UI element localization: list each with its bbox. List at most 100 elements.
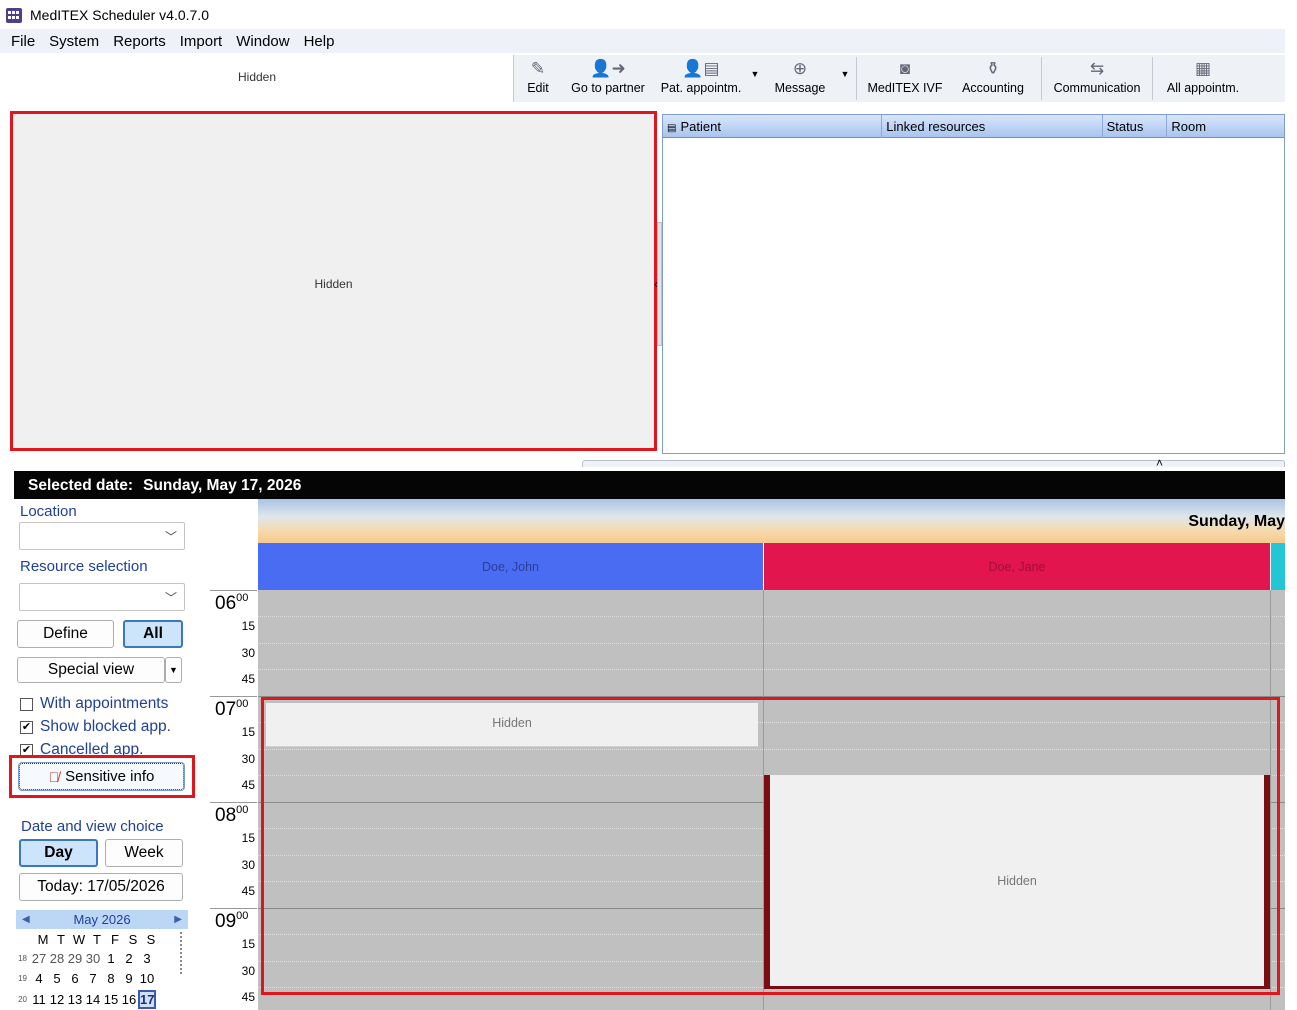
horizontal-splitter[interactable] (582, 460, 1285, 467)
resource-header-john[interactable]: Doe, John (258, 543, 763, 590)
show-blocked-checkbox[interactable]: ✔ Show blocked app. (20, 718, 171, 736)
accounting-button[interactable]: ⚱ Accounting (949, 55, 1037, 102)
all-button[interactable]: All (123, 620, 183, 648)
appointments-highlight (261, 697, 1280, 995)
calendar-day[interactable]: 9 (120, 971, 138, 986)
collapse-up-icon[interactable]: ˄ (1156, 456, 1163, 470)
menu-file[interactable]: File (4, 33, 42, 50)
go-to-partner-button[interactable]: 👤➜ Go to partner (562, 55, 654, 102)
date-view-label: Date and view choice (21, 818, 164, 835)
weekday-label: M (37, 932, 49, 947)
column-header-linked-resources[interactable]: Linked resources (882, 115, 1103, 138)
calendar-day[interactable]: 1 (102, 951, 120, 966)
resource-selection-select[interactable]: ﹀ (19, 583, 185, 611)
special-view-button[interactable]: Special view (17, 657, 165, 683)
all-appointments-label: All appointm. (1166, 81, 1240, 95)
message-button[interactable]: ⊕ Message (762, 55, 838, 102)
location-label: Location (20, 503, 77, 520)
calendar-day[interactable]: 28 (48, 951, 66, 966)
schedule-grid[interactable]: Hidden Hidden (258, 590, 1285, 1010)
calendar-day[interactable]: 7 (84, 971, 102, 986)
calendar-day-selected[interactable]: 17 (138, 990, 156, 1009)
quarter-label: 15 (241, 619, 255, 633)
calendar-day[interactable]: 15 (102, 992, 120, 1007)
calendar-week-row: 18 27 28 29 30 1 2 3 (14, 951, 156, 966)
next-month-icon[interactable]: ▶ (174, 914, 182, 925)
column-header-room[interactable]: Room (1167, 115, 1284, 138)
week-number: 18 (18, 954, 27, 963)
previous-month-icon[interactable]: ◀ (22, 914, 30, 925)
app-icon (6, 8, 22, 23)
quarter-label: 15 (241, 831, 255, 845)
calendar-day[interactable]: 10 (138, 971, 156, 986)
chevron-down-icon: ﹀ (164, 530, 177, 544)
menu-reports[interactable]: Reports (106, 33, 173, 50)
calendar-day[interactable]: 4 (30, 971, 48, 986)
calendar-week-row: 20 11 12 13 14 15 16 17 (14, 990, 156, 1009)
patient-appointments-dropdown[interactable]: ▼ (748, 55, 762, 102)
calendar-day[interactable]: 2 (120, 951, 138, 966)
calendar-day[interactable]: 12 (48, 992, 66, 1007)
hidden-details-panel: Hidden (10, 111, 657, 451)
menu-system[interactable]: System (42, 33, 106, 50)
column-header-patient[interactable]: ▤ Patient (663, 115, 883, 138)
appointment-list-header: ▤ Patient Linked resources Status Room (663, 115, 1284, 138)
message-dropdown[interactable]: ▼ (838, 55, 852, 102)
menu-import[interactable]: Import (173, 33, 230, 50)
calendar-week-row: 19 4 5 6 7 8 9 10 (14, 971, 156, 986)
location-select[interactable]: ﹀ (19, 522, 185, 550)
calendar-day[interactable]: 13 (66, 992, 84, 1007)
special-view-dropdown[interactable]: ▼ (165, 657, 182, 683)
selected-date-label: Selected date: (28, 477, 134, 494)
sensitive-info-button[interactable]: 👁̸ Sensitive info (18, 762, 185, 791)
go-to-partner-label: Go to partner (571, 81, 645, 95)
calendar-day[interactable]: 6 (66, 971, 84, 986)
calendar-day[interactable]: 16 (120, 992, 138, 1007)
hour-label: 0700 (215, 698, 249, 720)
week-view-button[interactable]: Week (105, 839, 183, 867)
resource-selection-label: Resource selection (20, 558, 148, 575)
day-view-button[interactable]: Day (19, 839, 98, 867)
calendar-day[interactable]: 30 (84, 951, 102, 966)
weekday-label: S (128, 932, 138, 947)
collapse-left-icon[interactable]: ‹ (654, 277, 658, 291)
calendar-day[interactable]: 3 (138, 951, 156, 966)
patient-appointments-button[interactable]: 👤▤ Pat. appointm. (654, 55, 748, 102)
window-title: MedITEX Scheduler v4.0.7.0 (30, 7, 209, 23)
today-button[interactable]: Today: 17/05/2026 (19, 873, 183, 901)
communication-icon: ⇆ (1089, 59, 1105, 78)
calendar-day[interactable]: 27 (30, 951, 48, 966)
calendar-day[interactable]: 5 (48, 971, 66, 986)
quarter-label: 30 (241, 646, 255, 660)
calendar-day[interactable]: 29 (66, 951, 84, 966)
mini-calendar-header: ◀ May 2026 ▶ (16, 910, 188, 929)
column-header-status[interactable]: Status (1103, 115, 1168, 138)
accounting-icon: ⚱ (985, 59, 1001, 78)
communication-button[interactable]: ⇆ Communication (1046, 55, 1148, 102)
day-header: Sunday, May (258, 499, 1285, 543)
calendar-day[interactable]: 14 (84, 992, 102, 1007)
edit-button[interactable]: ✎ Edit (514, 55, 562, 102)
eye-hidden-icon: 👁̸ (48, 768, 60, 785)
list-options-icon[interactable]: ▤ (667, 123, 676, 134)
all-appointments-button[interactable]: ▦ All appointm. (1157, 55, 1249, 102)
panel-resize-grip[interactable] (180, 932, 182, 974)
quarter-label: 30 (241, 964, 255, 978)
menu-window[interactable]: Window (229, 33, 296, 50)
hour-label: 0600 (215, 592, 249, 614)
appointment-list[interactable]: ▤ Patient Linked resources Status Room (662, 114, 1285, 454)
weekday-label: T (93, 932, 101, 947)
resource-header-next[interactable] (1271, 543, 1285, 590)
weekday-label: F (111, 932, 119, 947)
calendar-day[interactable]: 11 (30, 992, 48, 1007)
meditex-ivf-button[interactable]: ◙ MedITEX IVF (861, 55, 949, 102)
menu-help[interactable]: Help (297, 33, 342, 50)
define-button[interactable]: Define (17, 620, 114, 648)
resource-header-jane[interactable]: Doe, Jane (764, 543, 1270, 590)
accounting-label: Accounting (962, 81, 1024, 95)
calendar-day[interactable]: 8 (102, 971, 120, 986)
meditex-ivf-label: MedITEX IVF (867, 81, 943, 95)
checkbox-unchecked-icon (20, 697, 33, 711)
quarter-label: 15 (241, 725, 255, 739)
with-appointments-checkbox[interactable]: With appointments (20, 695, 168, 713)
